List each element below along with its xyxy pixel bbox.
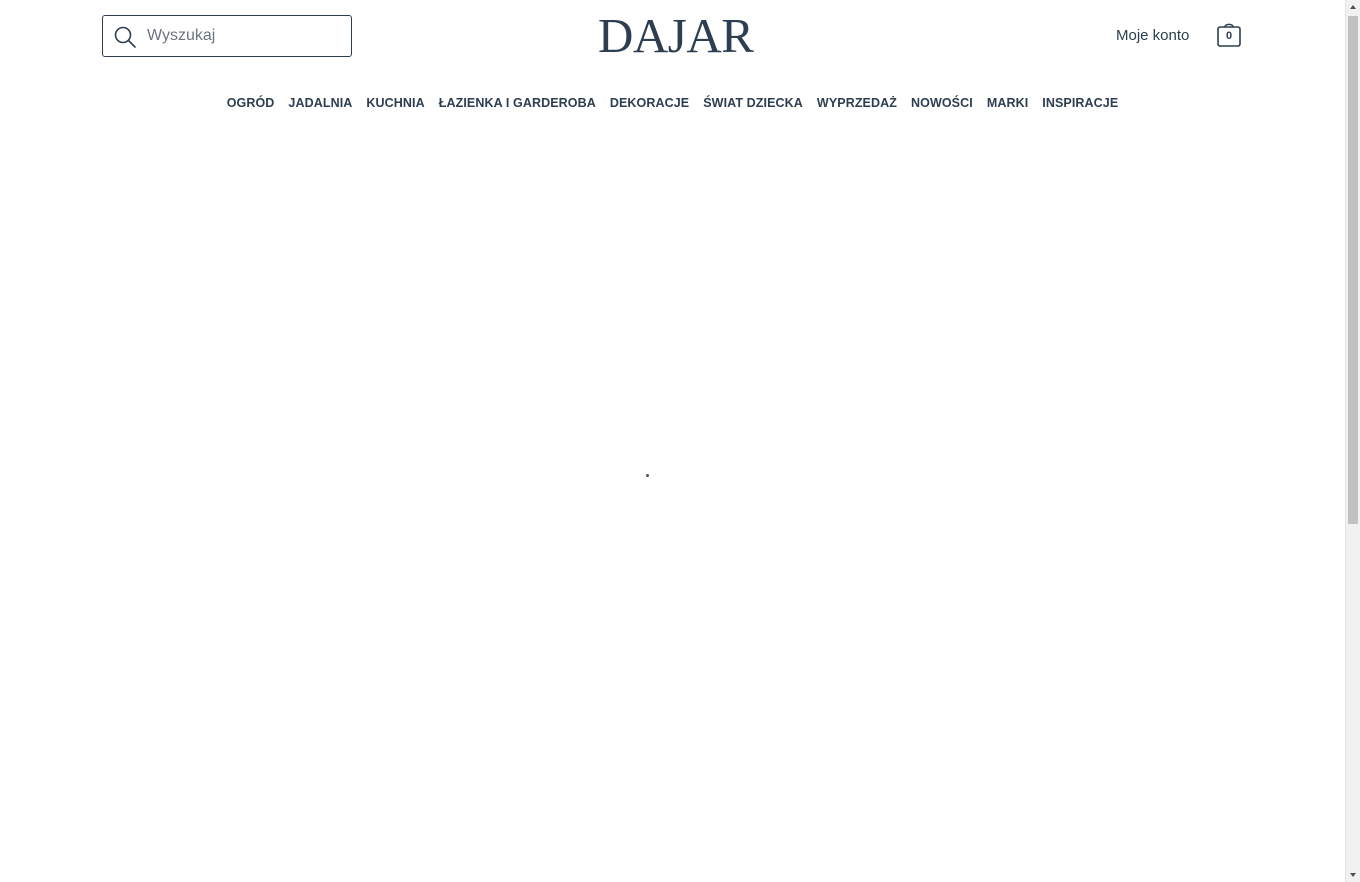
search-input[interactable] <box>147 16 347 56</box>
search-icon[interactable] <box>113 25 137 49</box>
search-box[interactable] <box>102 15 352 57</box>
nav-item-wyprzedaz[interactable]: WYPRZEDAŻ <box>817 96 897 110</box>
nav-item-marki[interactable]: MARKI <box>987 96 1028 110</box>
nav-item-jadalnia[interactable]: JADALNIA <box>288 96 352 110</box>
site-logo[interactable]: DAJAR <box>598 10 754 62</box>
nav-item-nowosci[interactable]: NOWOŚCI <box>911 96 973 110</box>
my-account-link[interactable]: Moje konto <box>1116 26 1189 46</box>
page: DAJAR Moje konto 0 OGRÓD JADALNIA KUCHNI… <box>0 0 1360 882</box>
main-nav-list: OGRÓD JADALNIA KUCHNIA ŁAZIENKA I GARDER… <box>227 94 1119 112</box>
cart-button[interactable]: 0 <box>1216 21 1242 49</box>
nav-item-inspiracje[interactable]: INSPIRACJE <box>1042 96 1118 110</box>
scrollbar-thumb[interactable] <box>1348 16 1358 524</box>
nav-item-kuchnia[interactable]: KUCHNIA <box>366 96 424 110</box>
loading-indicator <box>646 474 649 477</box>
scroll-down-arrow-icon[interactable] <box>1350 873 1356 877</box>
scroll-up-arrow-icon[interactable] <box>1350 5 1356 9</box>
nav-item-dekoracje[interactable]: DEKORACJE <box>610 96 689 110</box>
main-navigation: OGRÓD JADALNIA KUCHNIA ŁAZIENKA I GARDER… <box>0 94 1345 112</box>
nav-item-lazienka-i-garderoba[interactable]: ŁAZIENKA I GARDEROBA <box>439 96 596 110</box>
cart-count-badge: 0 <box>1225 30 1233 42</box>
nav-item-swiat-dziecka[interactable]: ŚWIAT DZIECKA <box>703 96 803 110</box>
page-viewport: DAJAR Moje konto 0 OGRÓD JADALNIA KUCHNI… <box>0 0 1345 882</box>
vertical-scrollbar[interactable] <box>1345 0 1360 882</box>
nav-item-ogrod[interactable]: OGRÓD <box>227 96 275 110</box>
